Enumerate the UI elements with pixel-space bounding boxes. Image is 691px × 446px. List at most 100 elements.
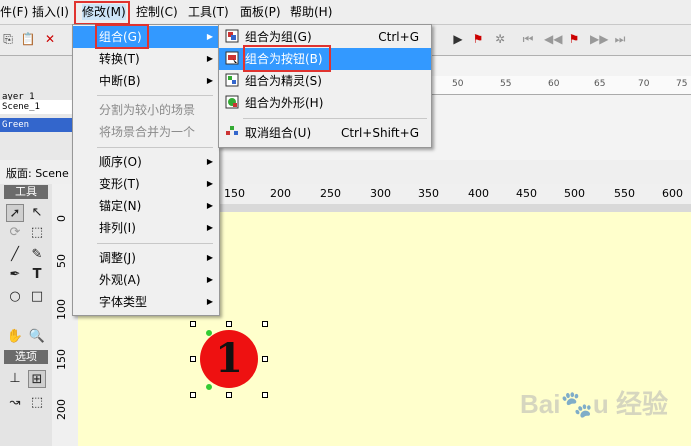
menu-item-break[interactable]: 中断(B) ▶ (73, 70, 219, 92)
modify-menu: 组合(G) ▶ 转换(T) ▶ 中断(B) ▶ 分割为较小的场景 将场景合并为一个 顺… (72, 24, 220, 316)
next-frame-icon[interactable]: ▶▶ (590, 31, 608, 47)
menu-control[interactable]: 控制(C) (136, 4, 178, 20)
line-tool-icon[interactable]: ╱ (6, 246, 24, 264)
control-point[interactable] (206, 384, 212, 390)
control-point[interactable] (206, 330, 212, 336)
selection-handle[interactable] (190, 392, 196, 398)
menu-item-merge-scenes: 将场景合并为一个 (99, 125, 196, 139)
zoom-tool-icon[interactable]: 🔍 (28, 328, 46, 346)
frame-number: 60 (548, 79, 560, 89)
ruler-label: 150 (224, 187, 245, 200)
menu-separator (97, 147, 213, 148)
play-icon[interactable]: ▶ (450, 31, 466, 47)
ruler-label: 150 (55, 349, 68, 370)
group-item-annotation (95, 24, 149, 49)
menu-item-font-type[interactable]: 字体类型 ▶ (73, 291, 219, 313)
rectangle-tool-icon[interactable]: □ (28, 288, 46, 306)
selection-handle[interactable] (226, 392, 232, 398)
selection-handle[interactable] (190, 321, 196, 327)
selection-handle[interactable] (262, 321, 268, 327)
ruler-label: 100 (55, 299, 68, 320)
transform-tool-icon[interactable]: ⬚ (28, 224, 46, 242)
selection-handle[interactable] (262, 356, 268, 362)
ruler-label: 600 (662, 187, 683, 200)
arrow-tool-icon[interactable]: ➚ (6, 204, 24, 222)
frame-number: 70 (638, 79, 650, 89)
rotate-tool-icon[interactable]: ⟳ (6, 224, 24, 242)
ruler-label: 0 (55, 215, 68, 222)
selection-handle[interactable] (262, 392, 268, 398)
group-submenu: 组合为组(G) Ctrl+G 组合为按钮(B) 组合为精灵(S) 组合为外形(H… (218, 24, 432, 148)
last-frame-icon[interactable]: ⏭ (612, 31, 628, 47)
tools-panel: 工具 ➚ ↖ ⟳ ⬚ ╱ ✎ ✒ T ○ □ ✋ 🔍 选项 ⊥ ⊞ ↝ ⬚ (0, 184, 53, 446)
selection-handle[interactable] (226, 321, 232, 327)
submenu-item-group-as-sprite[interactable]: 组合为精灵(S) (219, 70, 431, 92)
submenu-item-ungroup[interactable]: 取消组合(U) Ctrl+Shift+G (219, 122, 431, 144)
menu-panel[interactable]: 面板(P) (240, 4, 281, 20)
button-icon (225, 51, 239, 65)
scene-label[interactable]: 版面: Scene (6, 165, 69, 181)
ruler-label: 200 (55, 399, 68, 420)
baidu-watermark-logo: Bai🐾u 经验 (520, 389, 668, 419)
frame-number: 55 (500, 79, 512, 89)
ungroup-icon (226, 126, 238, 135)
subselect-tool-icon[interactable]: ↖ (28, 204, 46, 222)
delete-icon[interactable]: ✕ (42, 31, 58, 47)
menu-item-arrange[interactable]: 排列(I) ▶ (73, 217, 219, 239)
selection-handle[interactable] (190, 356, 196, 362)
frame-ruler[interactable]: 50 55 60 65 70 75 (430, 76, 691, 95)
frame-number: 65 (594, 79, 606, 89)
prev-frame-icon[interactable]: ◀◀ (544, 31, 562, 47)
menu-separator (97, 243, 213, 244)
shape-icon (225, 95, 239, 109)
menu-separator (97, 95, 213, 96)
menu-item-adjust[interactable]: 调整(J) ▶ (73, 247, 219, 269)
layer-panel: ayer 1 Scene_1 Green (0, 56, 73, 160)
menu-separator (243, 118, 427, 119)
ruler-label: 400 (468, 187, 489, 200)
ruler-label: 250 (320, 187, 341, 200)
submenu-item-group-as-shape[interactable]: 组合为外形(H) (219, 92, 431, 114)
menu-item-transform[interactable]: 变形(T) ▶ (73, 173, 219, 195)
smooth-option-icon[interactable]: ↝ (6, 394, 24, 412)
ruler-label: 350 (418, 187, 439, 200)
ruler-label: 300 (370, 187, 391, 200)
menu-insert[interactable]: 插入(I) (32, 4, 69, 20)
menu-item-appearance[interactable]: 外观(A) ▶ (73, 269, 219, 291)
menu-item-convert[interactable]: 转换(T) ▶ (73, 48, 219, 70)
menu-help[interactable]: 帮助(H) (290, 4, 332, 20)
layer-row[interactable]: Green (0, 118, 72, 132)
grid-option-icon[interactable]: ⊞ (28, 370, 46, 388)
menu-item-split-scene: 分割为较小的场景 (99, 103, 196, 117)
paste-icon[interactable]: 📋 (20, 31, 36, 47)
layer-row[interactable]: Scene_1 (0, 100, 72, 114)
options-header: 选项 (4, 350, 48, 364)
ruler-label: 550 (614, 187, 635, 200)
ruler-label: 50 (55, 254, 68, 268)
pen-tool-icon[interactable]: ✒ (6, 266, 24, 284)
group-as-button-annotation (243, 45, 331, 72)
frame-number: 75 (676, 79, 688, 89)
marker-icon[interactable]: ⚑ (566, 31, 582, 47)
tools-header: 工具 (4, 185, 48, 199)
first-frame-icon[interactable]: ⏮ (520, 31, 536, 47)
pencil-tool-icon[interactable]: ✎ (28, 246, 46, 264)
menu-tools[interactable]: 工具(T) (188, 4, 229, 20)
circle-number: 1 (215, 335, 243, 382)
straighten-option-icon[interactable]: ⬚ (28, 394, 46, 412)
frame-number: 50 (452, 79, 464, 89)
modify-menu-annotation (74, 1, 130, 25)
hand-tool-icon[interactable]: ✋ (6, 328, 24, 346)
loop-icon[interactable]: ✲ (492, 31, 508, 47)
play-scene-icon[interactable]: ⚑ (470, 31, 486, 47)
ellipse-tool-icon[interactable]: ○ (6, 288, 24, 306)
group-icon (225, 29, 239, 43)
sprite-icon (225, 73, 239, 87)
text-tool-icon[interactable]: T (28, 266, 46, 284)
snap-option-icon[interactable]: ⊥ (6, 370, 24, 388)
menu-item-anchor[interactable]: 锚定(N) ▶ (73, 195, 219, 217)
menu-item-order[interactable]: 顺序(O) ▶ (73, 151, 219, 173)
menu-file[interactable]: 件(F) (0, 4, 28, 20)
copy-icon[interactable]: ⎘ (0, 31, 16, 47)
ruler-label: 500 (564, 187, 585, 200)
